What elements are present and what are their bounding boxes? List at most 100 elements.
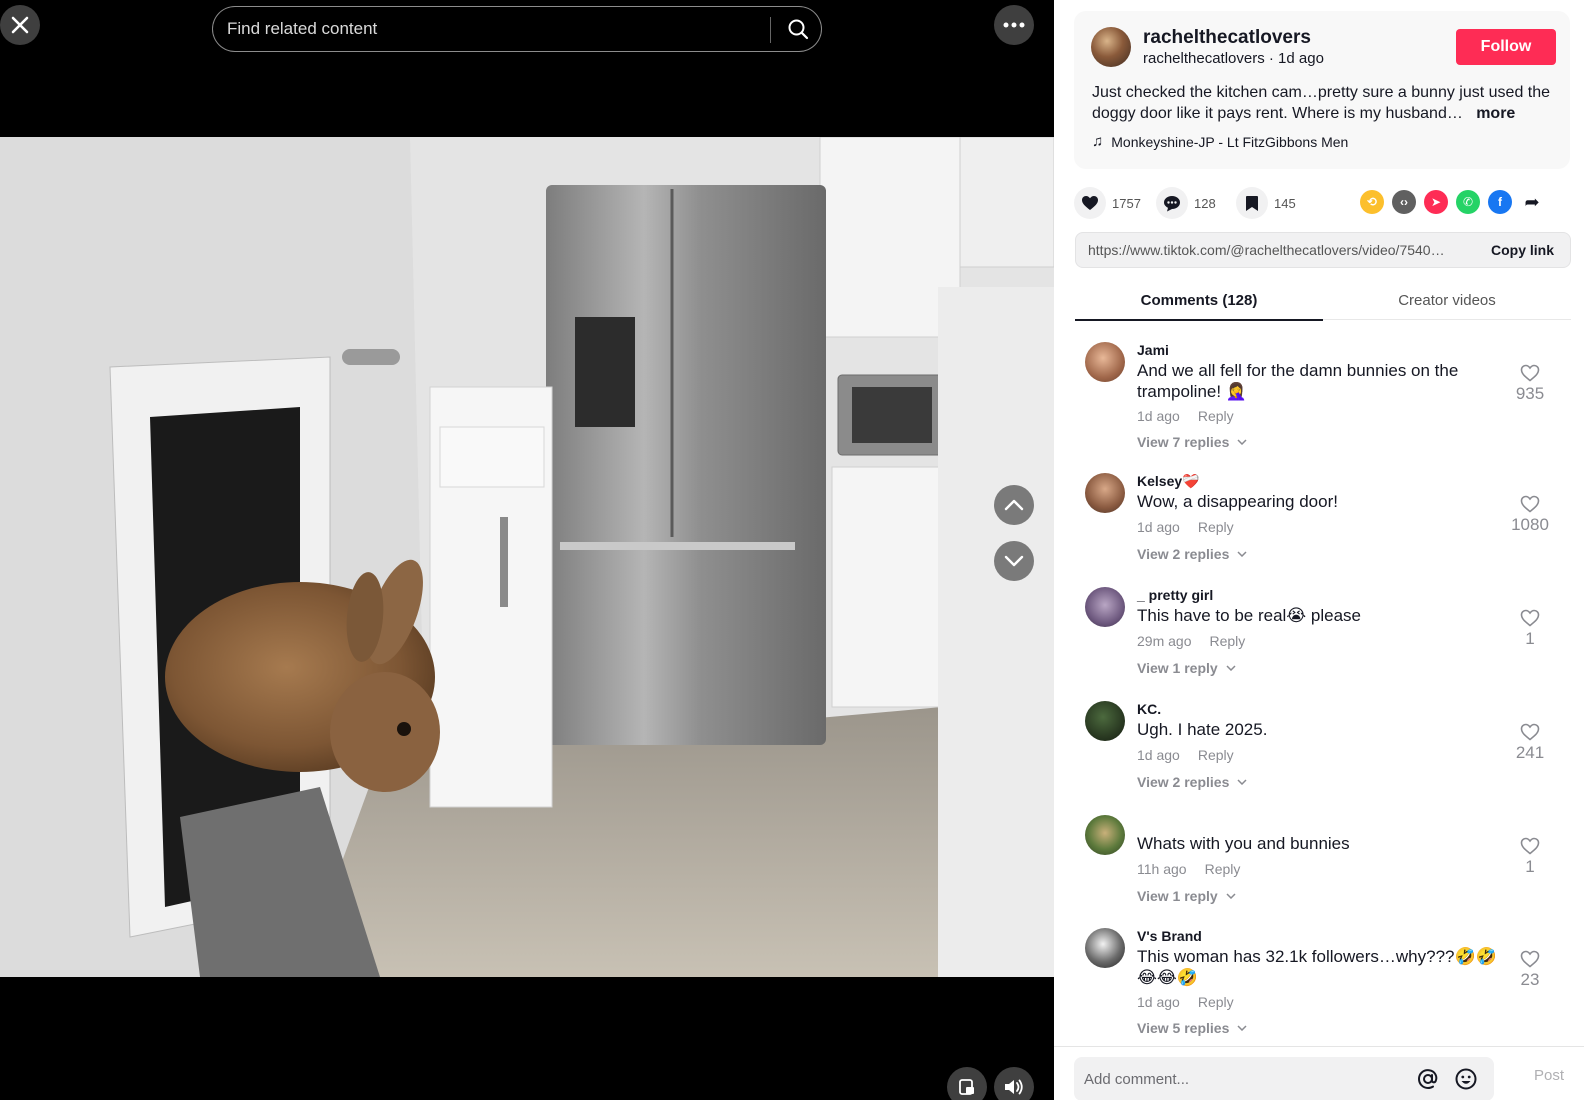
comment-avatar[interactable]	[1085, 473, 1125, 513]
video-frame[interactable]	[0, 137, 1054, 977]
whatsapp-icon[interactable]: ✆	[1456, 190, 1480, 214]
tab-creator-videos[interactable]: Creator videos	[1323, 280, 1571, 320]
comment-like-count: 23	[1520, 970, 1540, 989]
post-comment-button[interactable]: Post	[1534, 1067, 1564, 1084]
send-to-friends-icon[interactable]: ➤	[1424, 190, 1448, 214]
comment-count: 128	[1194, 195, 1216, 211]
view-replies-label: View 7 replies	[1137, 434, 1230, 450]
reply-button[interactable]: Reply	[1198, 994, 1234, 1010]
bookmark-icon	[1246, 195, 1258, 211]
reply-button[interactable]: Reply	[1209, 633, 1245, 649]
comment-like-count: 935	[1515, 384, 1545, 403]
reply-button[interactable]: Reply	[1205, 861, 1241, 877]
heart-outline-icon	[1520, 950, 1540, 968]
comment-text: Whats with you and bunnies	[1137, 834, 1350, 853]
repost-icon[interactable]: ⟲	[1360, 190, 1384, 214]
follow-button[interactable]: Follow	[1456, 29, 1556, 65]
chevron-down-icon	[1237, 1025, 1247, 1031]
share-link-box: https://www.tiktok.com/@rachelthecatlove…	[1075, 232, 1571, 268]
chevron-down-icon	[1226, 665, 1236, 671]
video-player[interactable]	[0, 0, 1054, 1100]
view-replies-button[interactable]: View 1 reply	[1137, 888, 1236, 904]
more-link[interactable]: more	[1476, 105, 1515, 122]
copy-link-button[interactable]: Copy link	[1491, 242, 1554, 258]
comment-like-button[interactable]: 241	[1500, 723, 1560, 763]
reply-button[interactable]: Reply	[1198, 408, 1234, 424]
save-button[interactable]: 145	[1236, 186, 1296, 220]
view-replies-button[interactable]: View 1 reply	[1137, 660, 1236, 676]
embed-icon[interactable]: ‹›	[1392, 190, 1416, 214]
reply-button[interactable]: Reply	[1198, 519, 1234, 535]
chevron-down-icon	[1237, 439, 1247, 445]
comment-list[interactable]: Jami And we all fell for the damn bunnie…	[1054, 336, 1584, 1046]
like-button[interactable]: 1757	[1074, 186, 1141, 220]
search-divider	[770, 17, 771, 43]
reply-button[interactable]: Reply	[1198, 747, 1234, 763]
action-bar: 1757 128 145 ⟲ ‹› ➤ ✆ f ➦	[1074, 186, 1574, 220]
comment-avatar[interactable]	[1085, 342, 1125, 382]
comment-like-button[interactable]: 935	[1500, 364, 1560, 404]
comment-username[interactable]: Kelsey❤️‍🩹	[1137, 473, 1200, 490]
comment-username[interactable]: V's Brand	[1137, 928, 1202, 944]
comment-like-button[interactable]: 23	[1500, 950, 1560, 990]
view-replies-button[interactable]: View 7 replies	[1137, 434, 1247, 450]
comment-username[interactable]: Jami	[1137, 342, 1169, 358]
view-replies-button[interactable]: View 2 replies	[1137, 774, 1247, 790]
comment-like-button[interactable]: 1	[1500, 609, 1560, 649]
search-input[interactable]	[227, 7, 767, 51]
picture-in-picture-button[interactable]	[947, 1067, 987, 1100]
author-avatar[interactable]	[1091, 27, 1131, 67]
music-row[interactable]: ♫ Monkeyshine-JP - Lt FitzGibbons Men	[1092, 133, 1348, 150]
view-replies-label: View 2 replies	[1137, 774, 1230, 790]
volume-button[interactable]	[994, 1067, 1034, 1100]
emoji-button[interactable]	[1454, 1067, 1478, 1091]
comment-avatar[interactable]	[1085, 928, 1125, 968]
music-title: Monkeyshine-JP - Lt FitzGibbons Men	[1111, 133, 1349, 150]
chevron-down-icon	[1237, 551, 1247, 557]
next-video-button[interactable]	[994, 541, 1034, 581]
facebook-icon[interactable]: f	[1488, 190, 1512, 214]
heart-outline-icon	[1520, 364, 1540, 382]
emoji-icon	[1455, 1068, 1477, 1090]
author-name[interactable]: rachelthecatlovers	[1143, 27, 1311, 49]
comment-item: Whats with you and bunnies 11h ago Reply …	[1054, 809, 1584, 923]
comment-avatar[interactable]	[1085, 587, 1125, 627]
share-link-url[interactable]: https://www.tiktok.com/@rachelthecatlove…	[1088, 242, 1448, 258]
comment-text: This woman has 32.1k followers…why???🤣🤣😂…	[1137, 947, 1497, 987]
comment-avatar[interactable]	[1085, 701, 1125, 741]
comment-text: This have to be real😭 please	[1137, 606, 1361, 625]
chevron-down-icon	[1237, 779, 1247, 785]
like-count: 1757	[1112, 195, 1141, 211]
comment-like-button[interactable]: 1080	[1500, 495, 1560, 535]
heart-outline-icon	[1520, 837, 1540, 855]
close-button[interactable]	[0, 5, 40, 45]
tab-comments[interactable]: Comments (128)	[1075, 280, 1323, 321]
comment-username[interactable]: KC.	[1137, 701, 1161, 717]
share-arrow-icon[interactable]: ➦	[1520, 190, 1544, 214]
comment-avatar[interactable]	[1085, 815, 1125, 855]
chevron-up-icon	[1004, 499, 1024, 511]
comment-button[interactable]: 128	[1156, 186, 1216, 220]
comment-composer: Post	[1054, 1046, 1584, 1100]
view-replies-label: View 5 replies	[1137, 1020, 1230, 1036]
comment-item: KC. Ugh. I hate 2025. 1d ago Reply View 2…	[1054, 695, 1584, 809]
view-replies-button[interactable]: View 5 replies	[1137, 1020, 1247, 1036]
music-note-icon: ♫	[1092, 133, 1104, 150]
close-icon	[11, 16, 29, 34]
search-button[interactable]	[774, 7, 822, 51]
mention-button[interactable]	[1416, 1067, 1440, 1091]
comment-like-button[interactable]: 1	[1500, 837, 1560, 877]
save-count: 145	[1274, 195, 1296, 211]
comment-item: V's Brand This woman has 32.1k followers…	[1054, 922, 1584, 1036]
comment-time: 1d ago	[1137, 408, 1180, 424]
previous-video-button[interactable]	[994, 485, 1034, 525]
comment-input[interactable]	[1084, 1065, 1404, 1093]
comment-username[interactable]: _ pretty girl	[1137, 587, 1213, 603]
view-replies-button[interactable]: View 2 replies	[1137, 546, 1247, 562]
comment-text: Ugh. I hate 2025.	[1137, 720, 1268, 739]
comment-time: 29m ago	[1137, 633, 1192, 649]
comment-like-count: 1	[1525, 857, 1535, 876]
more-options-button[interactable]	[994, 5, 1034, 45]
comment-time: 11h ago	[1137, 861, 1187, 877]
comment-meta: 1d ago Reply	[1137, 747, 1234, 763]
